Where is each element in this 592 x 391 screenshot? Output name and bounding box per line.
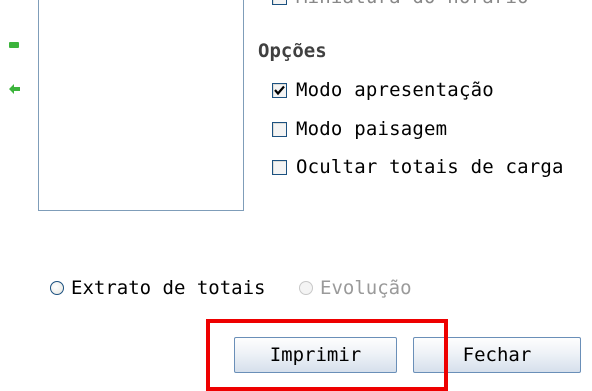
option-ocultar-totais[interactable]: Ocultar totais de carga bbox=[272, 156, 564, 178]
highlight-box bbox=[206, 319, 448, 391]
arrow-left-icon[interactable] bbox=[9, 84, 21, 94]
option-modo-paisagem[interactable]: Modo paisagem bbox=[272, 118, 447, 140]
item-listbox[interactable] bbox=[38, 0, 244, 211]
option-miniatura-row[interactable]: Miniatura do horário bbox=[272, 0, 529, 8]
radio-evolucao: Evolução bbox=[299, 277, 412, 299]
modo-paisagem-label: Modo paisagem bbox=[296, 118, 448, 140]
minus-icon[interactable] bbox=[9, 42, 19, 48]
extrato-totais-label: Extrato de totais bbox=[71, 277, 266, 299]
radio-extrato-totais[interactable]: Extrato de totais bbox=[50, 277, 265, 299]
modo-apresentacao-label: Modo apresentação bbox=[296, 79, 494, 101]
evolucao-radio bbox=[299, 281, 313, 295]
extrato-totais-radio[interactable] bbox=[50, 281, 64, 295]
option-modo-apresentacao[interactable]: Modo apresentação bbox=[272, 79, 494, 101]
ocultar-totais-checkbox[interactable] bbox=[272, 159, 287, 175]
option-miniatura-checkbox[interactable] bbox=[272, 0, 287, 5]
option-miniatura-label: Miniatura do horário bbox=[296, 0, 529, 8]
options-section-title: Opções bbox=[258, 40, 327, 62]
evolucao-label: Evolução bbox=[320, 277, 412, 299]
ocultar-totais-label: Ocultar totais de carga bbox=[296, 156, 564, 178]
modo-apresentacao-checkbox[interactable] bbox=[272, 82, 287, 98]
checkmark-icon bbox=[274, 85, 285, 95]
modo-paisagem-checkbox[interactable] bbox=[272, 121, 287, 137]
